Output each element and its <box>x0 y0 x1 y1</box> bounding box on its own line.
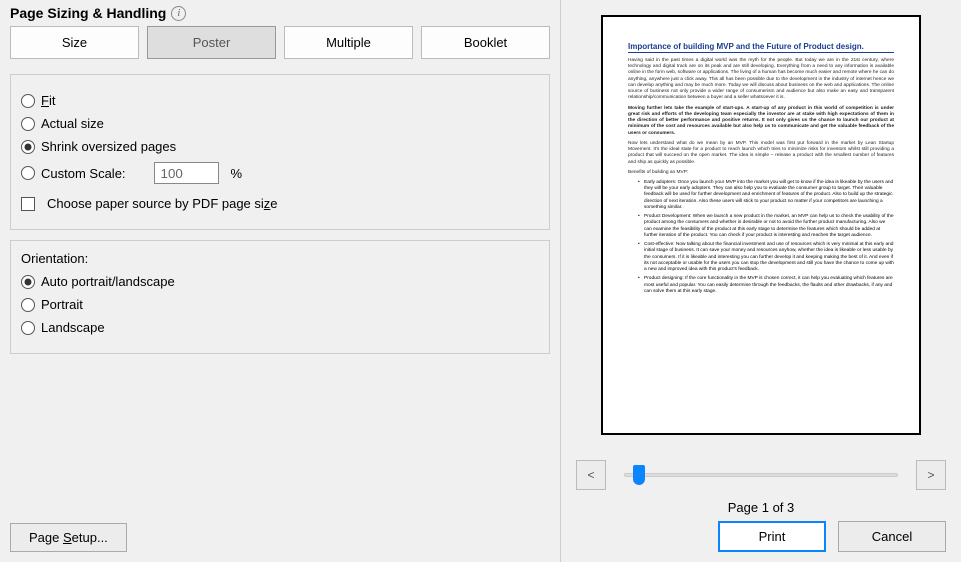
preview-para: Benefits of building an MVP: <box>628 170 894 176</box>
custom-row[interactable]: Custom Scale: % <box>21 162 539 184</box>
custom-label: Custom Scale: <box>41 166 126 181</box>
preview-bullet: Early adopters: Once you launch your MVP… <box>638 180 894 211</box>
actual-size-label: Actual size <box>41 116 104 131</box>
tab-booklet[interactable]: Booklet <box>421 26 550 59</box>
choose-paper-checkbox[interactable] <box>21 197 35 211</box>
fit-label: Fit <box>41 93 55 108</box>
radio-auto-orient[interactable] <box>21 275 35 289</box>
radio-fit[interactable] <box>21 94 35 108</box>
choose-paper-label: Choose paper source by PDF page size <box>47 196 278 211</box>
prev-page-button[interactable]: < <box>576 460 606 490</box>
preview-bullet: Cost-effective: Now talking about the fi… <box>638 242 894 273</box>
radio-shrink[interactable] <box>21 140 35 154</box>
preview-title: Importance of building MVP and the Futur… <box>628 42 894 53</box>
radio-custom[interactable] <box>21 166 35 180</box>
preview-bullet: Product designing: If the core functiona… <box>638 276 894 295</box>
choose-paper-row[interactable]: Choose paper source by PDF page size <box>21 196 539 211</box>
radio-portrait[interactable] <box>21 298 35 312</box>
portrait-row[interactable]: Portrait <box>21 297 539 312</box>
page-sizing-header: Page Sizing & Handling i <box>10 0 550 26</box>
actual-size-row[interactable]: Actual size <box>21 116 539 131</box>
next-page-button[interactable]: > <box>916 460 946 490</box>
preview-para: Now lets understand what do we mean by a… <box>628 141 894 166</box>
preview-bullet: Product Development: When we launch a ne… <box>638 214 894 239</box>
auto-orient-row[interactable]: Auto portrait/landscape <box>21 274 539 289</box>
info-icon[interactable]: i <box>171 6 186 21</box>
radio-actual[interactable] <box>21 117 35 131</box>
tab-poster[interactable]: Poster <box>147 26 276 59</box>
sizing-options: Fit Actual size Shrink oversized pages C… <box>10 74 550 230</box>
shrink-row[interactable]: Shrink oversized pages <box>21 139 539 154</box>
percent-label: % <box>231 166 243 181</box>
cancel-button[interactable]: Cancel <box>838 521 946 552</box>
preview-para: Moving further lets take the example of … <box>628 106 894 137</box>
custom-scale-input[interactable] <box>154 162 219 184</box>
preview-para: Having said in the past times a digital … <box>628 58 894 102</box>
page-slider[interactable] <box>624 473 898 477</box>
page-setup-button[interactable]: Page Setup... <box>10 523 127 552</box>
slider-thumb[interactable] <box>633 465 645 485</box>
orientation-group: Orientation: Auto portrait/landscape Por… <box>10 240 550 354</box>
tab-multiple[interactable]: Multiple <box>284 26 413 59</box>
portrait-label: Portrait <box>41 297 83 312</box>
fit-radio-row[interactable]: Fit <box>21 93 539 108</box>
tab-size[interactable]: Size <box>10 26 139 59</box>
radio-landscape[interactable] <box>21 321 35 335</box>
print-button[interactable]: Print <box>718 521 826 552</box>
shrink-label: Shrink oversized pages <box>41 139 176 154</box>
landscape-label: Landscape <box>41 320 105 335</box>
section-title: Page Sizing & Handling <box>10 5 166 21</box>
page-indicator: Page 1 of 3 <box>576 500 946 515</box>
orientation-header: Orientation: <box>21 251 539 266</box>
landscape-row[interactable]: Landscape <box>21 320 539 335</box>
page-preview: Importance of building MVP and the Futur… <box>601 15 921 435</box>
auto-orient-label: Auto portrait/landscape <box>41 274 175 289</box>
